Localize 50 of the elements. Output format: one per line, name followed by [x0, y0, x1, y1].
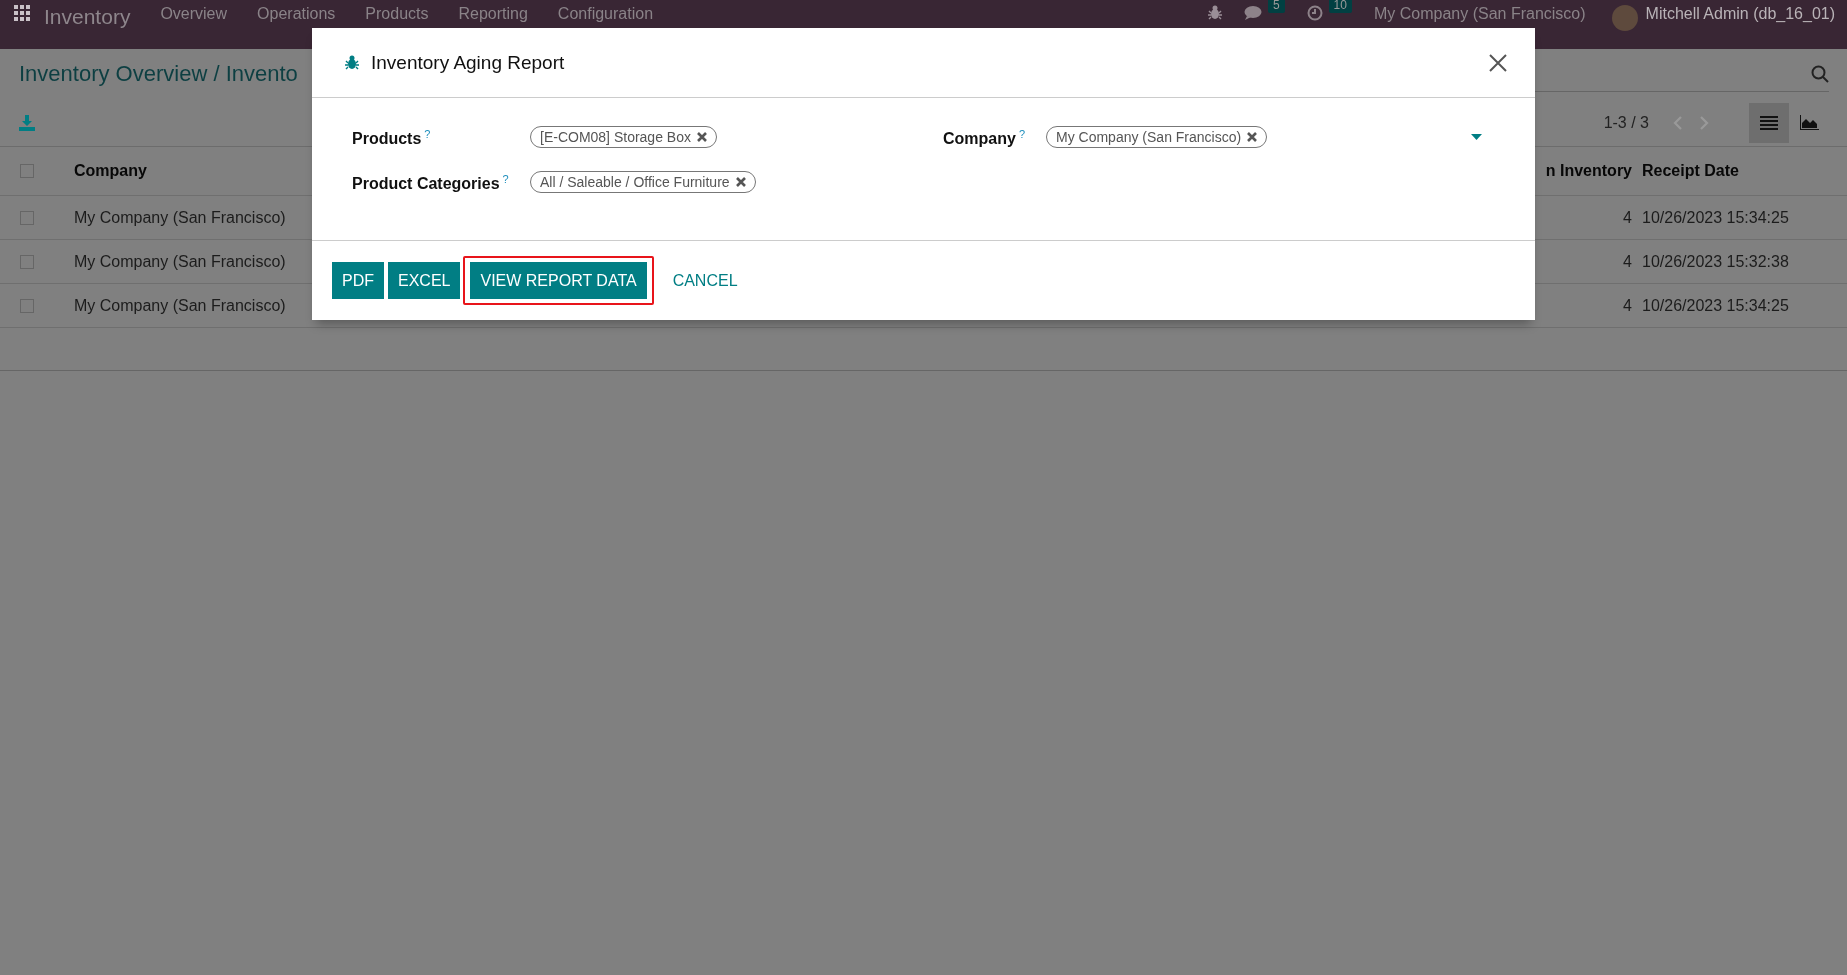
action-button[interactable]: EXCEL — [388, 262, 461, 299]
clock-icon[interactable] — [1306, 5, 1323, 21]
activity-count-badge: 10 — [1328, 0, 1352, 13]
remove-tag-icon[interactable] — [1247, 132, 1258, 142]
field-label: Products $^{?}$ — [352, 127, 432, 150]
column-header[interactable]: Company — [74, 162, 147, 180]
table-cell: 10/26/2023 15:34:25 — [1642, 208, 1789, 227]
menu-item[interactable]: Reporting — [458, 5, 528, 23]
field-label: Company $^{?}$ — [943, 127, 1027, 150]
remove-tag-icon[interactable] — [735, 177, 746, 187]
remove-tag-icon[interactable] — [696, 132, 707, 142]
row-checkbox[interactable] — [20, 164, 34, 178]
cancel-button[interactable]: CANCEL — [662, 262, 748, 299]
view-switch-button[interactable] — [1749, 102, 1789, 143]
row-checkbox[interactable] — [20, 254, 34, 269]
row-checkbox[interactable] — [20, 298, 34, 313]
row-checkbox[interactable] — [20, 210, 34, 225]
table-cell: 10/26/2023 15:34:25 — [1642, 296, 1789, 315]
menu-item[interactable]: Operations — [257, 5, 336, 23]
list-view-icon — [1760, 115, 1778, 130]
dialog-title: Inventory Aging Report — [371, 51, 566, 74]
close-icon[interactable] — [1489, 53, 1507, 72]
pager-value[interactable]: 1-3 / 3 — [1603, 113, 1649, 132]
breadcrumb[interactable]: Inventory Overview / Invento — [19, 61, 298, 87]
table-cell: My Company (San Francisco) — [74, 296, 286, 315]
company-switcher[interactable]: My Company (San Francisco) — [1373, 5, 1586, 23]
menu-item[interactable]: Products — [365, 5, 429, 23]
action-button[interactable]: VIEW REPORT DATA — [470, 262, 647, 299]
table-cell: 10/26/2023 15:32:38 — [1642, 252, 1789, 271]
action-button[interactable]: PDF — [332, 262, 384, 299]
menu-item[interactable]: Configuration — [557, 5, 654, 23]
menu-item[interactable]: Overview — [160, 5, 228, 23]
app-name[interactable]: Inventory — [44, 5, 131, 29]
apps-grid-icon[interactable] — [14, 5, 30, 21]
bug-icon[interactable] — [1207, 5, 1222, 20]
table-cell-text: 4 — [1623, 208, 1633, 227]
column-header[interactable]: Receipt Date — [1642, 162, 1739, 180]
table-cell: My Company (San Francisco) — [74, 252, 286, 271]
dropdown-caret-icon[interactable] — [1471, 134, 1482, 140]
area-chart-icon — [1799, 114, 1819, 131]
table-cell-text: 4 — [1623, 252, 1633, 271]
search-icon[interactable] — [1811, 64, 1829, 83]
field-label: Product Categories $^{?}$ — [352, 172, 510, 195]
user-menu[interactable]: Mitchell Admin (db_16_01) — [1645, 5, 1835, 23]
column-header[interactable]: n Inventory — [1545, 162, 1642, 180]
table-cell: My Company (San Francisco) — [74, 208, 286, 227]
report-bug-icon — [345, 55, 359, 70]
chat-icon[interactable] — [1243, 5, 1262, 21]
table-cell-text: 4 — [1623, 296, 1633, 315]
message-count-badge: 5 — [1267, 0, 1285, 13]
